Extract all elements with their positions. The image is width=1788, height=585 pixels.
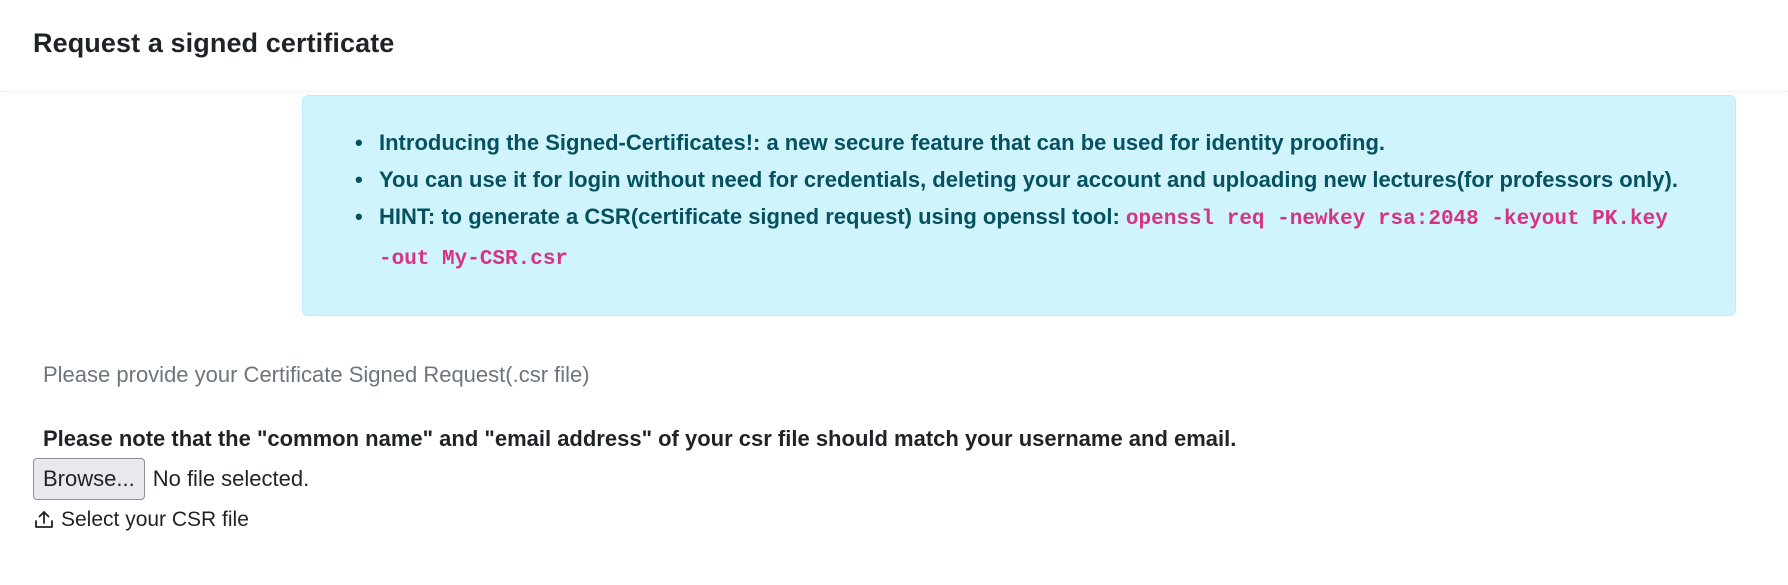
bullet-icon: • <box>355 167 363 192</box>
alert-item-text: Introducing the Signed-Certificates!: a … <box>379 130 1386 155</box>
csr-match-note: Please note that the "common name" and "… <box>43 426 1237 451</box>
upload-icon <box>35 511 53 528</box>
alert-item-usage: • You can use it for login without need … <box>355 161 1715 198</box>
file-status: No file selected. <box>152 466 310 491</box>
openssl-command-cont: -out My-CSR.csr <box>379 248 569 271</box>
file-input: Browse... No file selected. <box>33 458 309 500</box>
browse-button[interactable]: Browse... <box>33 458 145 500</box>
alert-item-text: HINT: to generate a CSR(certificate sign… <box>379 204 1126 229</box>
select-csr-text: Select your CSR file <box>61 508 249 531</box>
info-alert: • Introducing the Signed-Certificates!: … <box>302 95 1736 316</box>
bullet-icon: • <box>355 130 363 155</box>
csr-provide-label: Please provide your Certificate Signed R… <box>43 362 590 387</box>
bullet-icon: • <box>355 204 363 229</box>
divider <box>0 91 1788 92</box>
page: Request a signed certificate • Introduci… <box>0 0 1788 585</box>
select-csr-label[interactable]: Select your CSR file <box>33 508 249 532</box>
alert-list: • Introducing the Signed-Certificates!: … <box>355 124 1715 278</box>
alert-item-intro: • Introducing the Signed-Certificates!: … <box>355 124 1715 161</box>
alert-item-hint: • HINT: to generate a CSR(certificate si… <box>355 198 1715 278</box>
alert-item-text: You can use it for login without need fo… <box>379 167 1678 192</box>
page-title: Request a signed certificate <box>33 28 395 58</box>
openssl-command: openssl req -newkey rsa:2048 -keyout PK.… <box>1125 208 1668 231</box>
